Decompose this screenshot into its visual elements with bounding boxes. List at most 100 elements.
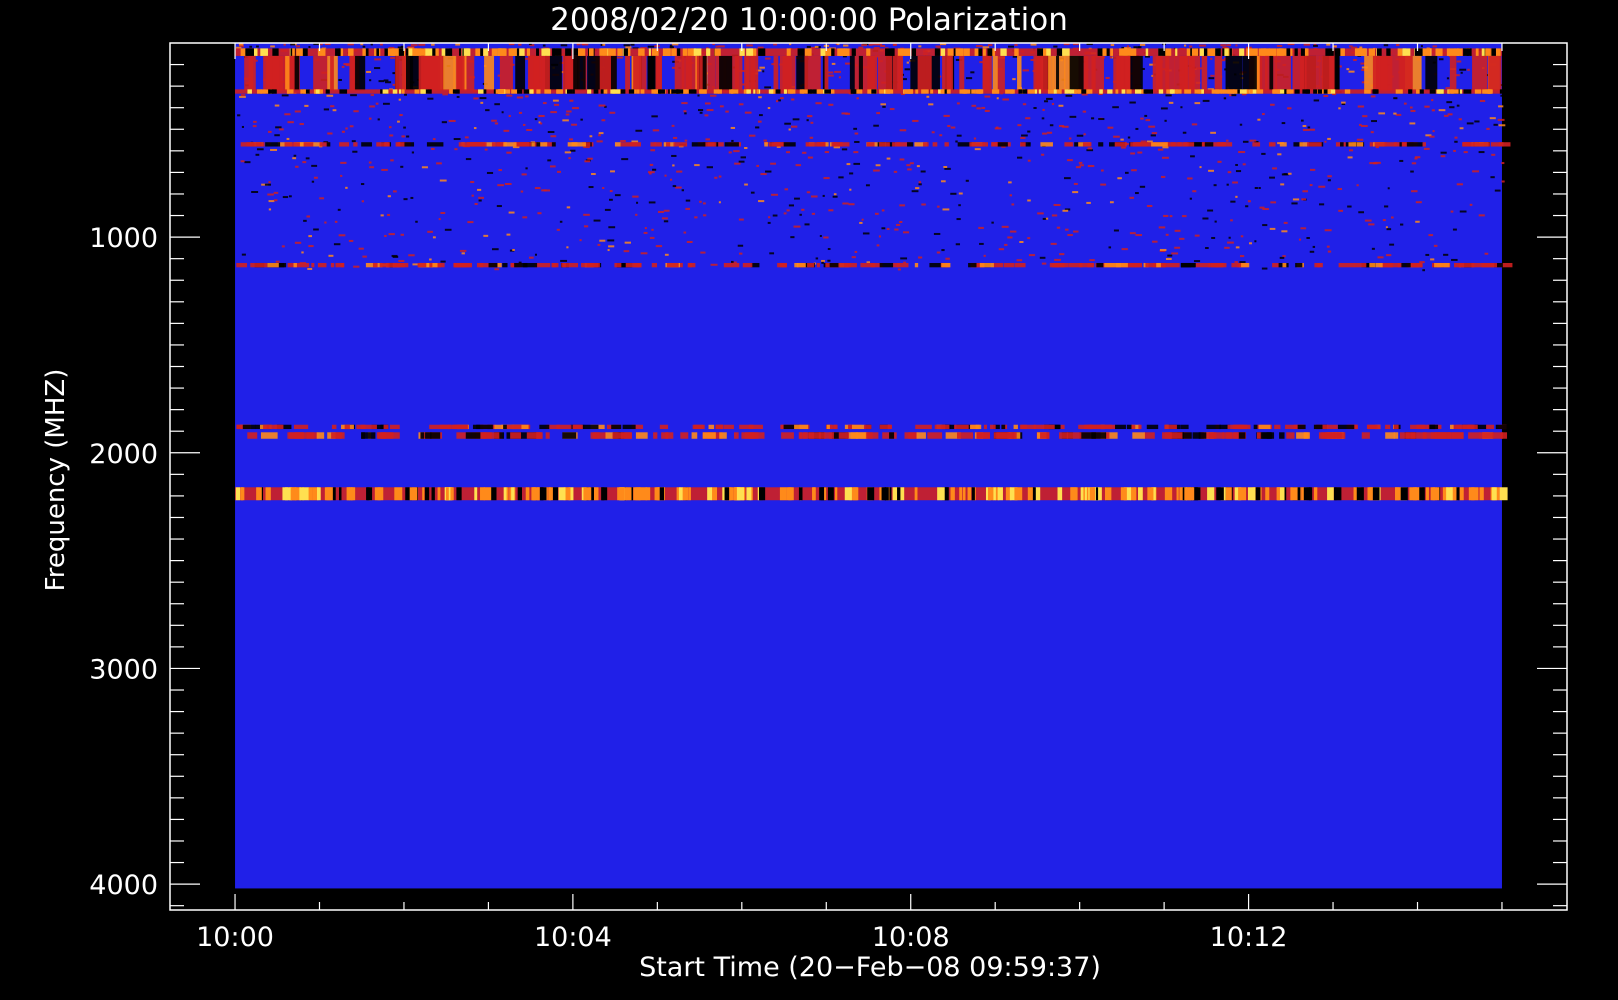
noise-speck	[345, 127, 348, 130]
band-segment	[1133, 487, 1137, 501]
noise-speck	[1165, 94, 1172, 97]
noise-speck	[788, 128, 791, 131]
band-segment	[707, 142, 717, 147]
band-segment	[1253, 424, 1258, 430]
band-segment	[1080, 487, 1084, 501]
noise-speck	[311, 180, 315, 183]
band-segment	[545, 432, 550, 439]
band-segment	[1215, 89, 1222, 94]
band-segment	[1070, 487, 1077, 501]
band-segment	[340, 262, 344, 268]
band-segment	[620, 142, 638, 147]
noise-speck	[738, 160, 745, 163]
noise-speck	[764, 86, 772, 89]
band-segment	[250, 262, 265, 268]
noise-speck	[1309, 184, 1313, 187]
noise-speck	[607, 239, 615, 242]
noise-speck	[1440, 151, 1447, 154]
band-segment	[1022, 89, 1028, 94]
noise-speck	[387, 195, 391, 198]
noise-speck	[652, 129, 660, 132]
noise-speck	[697, 109, 704, 112]
noise-speck	[1139, 185, 1146, 188]
noise-speck	[360, 183, 365, 186]
band-segment	[944, 142, 949, 147]
noise-speck	[1385, 226, 1388, 229]
band-segment	[1260, 432, 1273, 439]
noise-speck	[833, 146, 841, 149]
noise-speck	[1302, 128, 1310, 131]
band-segment	[1116, 55, 1121, 91]
noise-speck	[1202, 99, 1210, 102]
band-segment	[519, 48, 525, 56]
band-segment	[1408, 89, 1411, 94]
band-segment	[1290, 48, 1293, 56]
noise-speck	[918, 256, 923, 259]
band-segment	[1049, 262, 1060, 268]
band-segment	[531, 142, 535, 147]
band-segment	[967, 487, 972, 501]
noise-speck	[958, 192, 963, 195]
band-segment	[653, 432, 658, 439]
band-segment	[242, 424, 256, 430]
noise-speck	[685, 199, 691, 202]
noise-speck	[786, 209, 790, 212]
band-segment	[326, 142, 331, 147]
noise-speck	[1078, 161, 1083, 164]
noise-speck	[733, 150, 740, 153]
band-segment	[376, 432, 391, 439]
noise-speck	[1072, 191, 1079, 194]
noise-speck	[432, 236, 436, 239]
noise-speck	[1100, 183, 1107, 186]
noise-speck	[591, 173, 596, 176]
noise-speck	[1454, 136, 1458, 139]
noise-speck	[718, 45, 725, 48]
noise-speck	[393, 190, 397, 193]
noise-speck	[596, 140, 603, 143]
noise-speck	[865, 184, 870, 187]
band-segment	[247, 432, 258, 439]
band-segment	[1499, 89, 1508, 94]
noise-speck	[388, 233, 395, 236]
band-segment	[332, 487, 336, 501]
band-segment	[715, 424, 724, 430]
band-segment	[1327, 487, 1334, 501]
noise-speck	[383, 79, 389, 82]
noise-speck	[1281, 173, 1289, 176]
band-segment	[1451, 432, 1464, 439]
noise-speck	[916, 165, 920, 168]
band-segment	[330, 55, 334, 91]
band-segment	[844, 262, 857, 268]
band-segment	[625, 432, 632, 439]
noise-speck	[1382, 219, 1386, 222]
noise-speck	[1347, 205, 1352, 208]
noise-speck	[1312, 245, 1316, 248]
noise-speck	[920, 170, 926, 173]
noise-speck	[518, 111, 523, 114]
noise-speck	[1007, 45, 1014, 48]
band-segment	[1084, 487, 1087, 501]
band-segment	[673, 142, 688, 147]
band	[235, 48, 1502, 56]
noise-speck	[1210, 57, 1213, 60]
noise-speck	[1021, 134, 1028, 137]
noise-speck	[397, 120, 400, 123]
noise-speck	[1041, 153, 1045, 156]
noise-speck	[728, 151, 732, 154]
band-segment	[997, 142, 1008, 147]
band-segment	[654, 142, 662, 147]
band-segment	[526, 48, 531, 56]
noise-speck	[1449, 106, 1455, 109]
band-segment	[694, 424, 705, 430]
noise-speck	[827, 259, 831, 262]
noise-speck	[1113, 229, 1119, 232]
band-segment	[497, 48, 506, 56]
band-segment	[1325, 48, 1330, 56]
noise-speck	[775, 100, 779, 103]
noise-speck	[907, 168, 912, 171]
band-segment	[885, 48, 892, 56]
noise-speck	[1223, 97, 1227, 100]
noise-speck	[918, 45, 922, 48]
noise-speck	[1450, 210, 1454, 213]
band-segment	[536, 48, 540, 56]
